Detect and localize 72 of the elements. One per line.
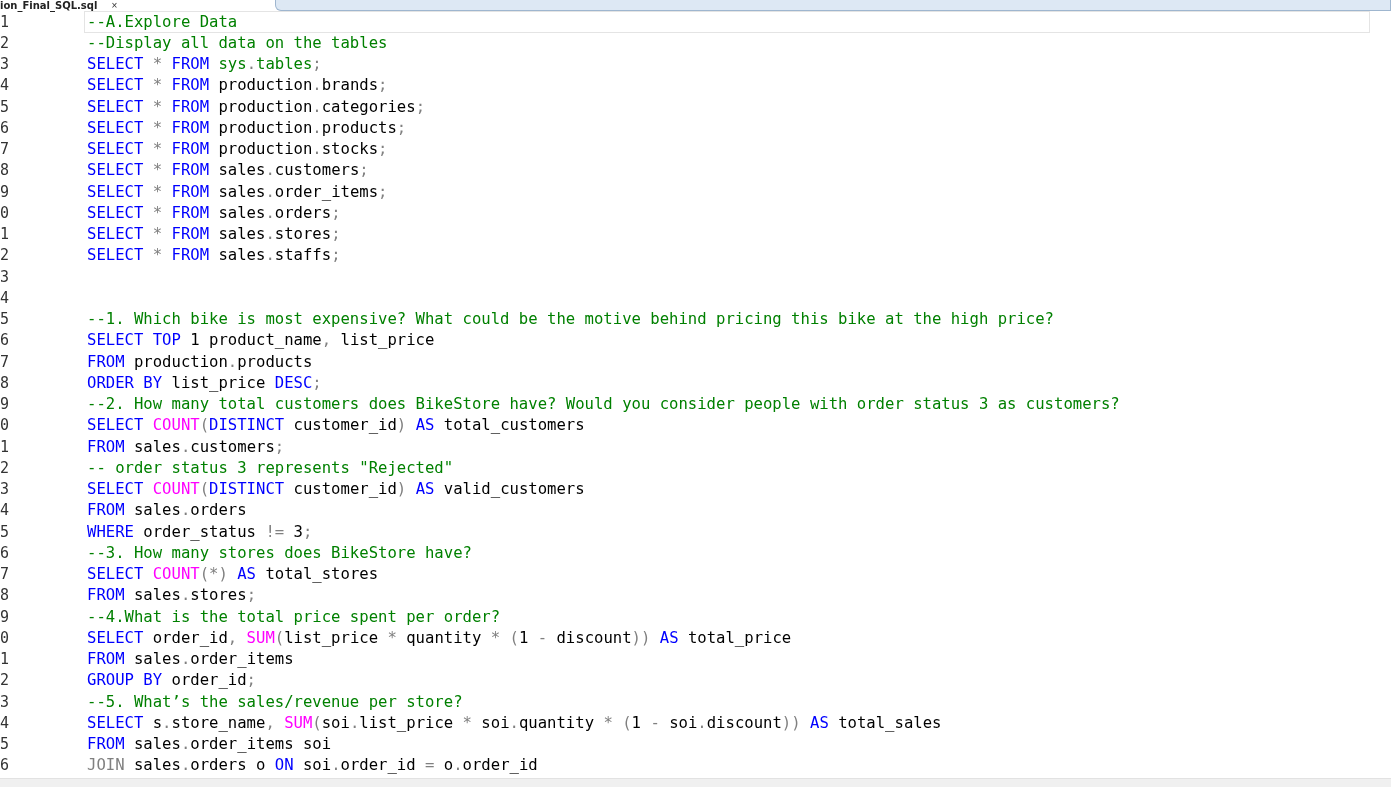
code-line: SELECT COUNT(DISTINCT customer_id) AS valid_customers	[86, 479, 586, 501]
line-number: 5	[0, 97, 11, 116]
line-number: 6	[0, 756, 11, 775]
line-number: 1	[0, 437, 11, 456]
code-line: FROM sales.customers;	[86, 436, 286, 458]
line-number: 6	[0, 543, 11, 562]
line-number: 7	[0, 565, 11, 584]
horizontal-scrollbar[interactable]	[0, 778, 1391, 787]
line-number: 1	[0, 12, 11, 31]
line-number: 5	[0, 735, 11, 754]
line-number: 8	[0, 586, 11, 605]
line-number: 9	[0, 395, 11, 414]
line-number: 3	[0, 267, 11, 286]
close-button[interactable]: ×	[111, 0, 118, 11]
line-number: 2	[0, 671, 11, 690]
line-number: 2	[0, 246, 11, 265]
code-line: --4.What is the total price spent per order?	[86, 606, 502, 628]
code-line: WHERE order_status != 3;	[86, 521, 314, 543]
line-number: 8	[0, 161, 11, 180]
line-number: 5	[0, 522, 11, 541]
code-line: SELECT * FROM production.stocks;	[86, 139, 389, 161]
line-number: 3	[0, 55, 11, 74]
code-line: FROM sales.order_items soi	[86, 734, 333, 756]
line-number: 5	[0, 310, 11, 329]
code-line: -- order status 3 represents "Rejected"	[86, 457, 455, 479]
line-number: 4	[0, 501, 11, 520]
code-line: SELECT TOP 1 product_name, list_price	[86, 330, 436, 352]
code-line: SELECT * FROM sales.orders;	[86, 202, 342, 224]
line-number: 7	[0, 140, 11, 159]
code-line: --1. Which bike is most expensive? What could be the motive behind pricing this bike at the high price?	[86, 309, 1055, 331]
line-number: 4	[0, 76, 11, 95]
code-line: JOIN sales.orders o ON soi.order_id = o.order_id	[86, 755, 539, 777]
line-number: 6	[0, 118, 11, 137]
line-number: 4	[0, 713, 11, 732]
line-number: 1	[0, 650, 11, 669]
line-number: 2	[0, 458, 11, 477]
code-line: GROUP BY order_id;	[86, 670, 257, 692]
line-number: 6	[0, 331, 11, 350]
line-number: 1	[0, 225, 11, 244]
line-number: 0	[0, 203, 11, 222]
line-number: 3	[0, 480, 11, 499]
code-line: SELECT * FROM production.categories;	[86, 96, 426, 118]
line-number: 0	[0, 416, 11, 435]
line-number: 3	[0, 692, 11, 711]
code-line: --5. What’s the sales/revenue per store?	[86, 691, 464, 713]
code-line: SELECT * FROM sales.staffs;	[86, 245, 342, 267]
code-line: SELECT * FROM sales.stores;	[86, 224, 342, 246]
line-number: 8	[0, 373, 11, 392]
code-line: --2. How many total customers does BikeStore have? Would you consider people with order status 3 as customers?	[86, 394, 1121, 416]
code-line: --3. How many stores does BikeStore have?	[86, 542, 473, 564]
tab-title: ion_Final_SQL.sql	[0, 0, 98, 11]
code-line: SELECT * FROM production.brands;	[86, 75, 389, 97]
code-line: ORDER BY list_price DESC;	[86, 372, 323, 394]
line-number: 2	[0, 33, 11, 52]
line-number: 9	[0, 182, 11, 201]
code-line: SELECT * FROM sales.order_items;	[86, 181, 389, 203]
code-line: FROM sales.orders	[86, 500, 248, 522]
code-line: SELECT COUNT(DISTINCT customer_id) AS total_customers	[86, 415, 586, 437]
code-line: SELECT order_id, SUM(list_price * quantity * (1 - discount)) AS total_price	[86, 627, 793, 649]
code-line: FROM sales.stores;	[86, 585, 258, 607]
code-line: SELECT s.store_name, SUM(soi.list_price * soi.quantity * (1 - soi.discount)) AS total_sales	[86, 712, 943, 734]
line-number: 0	[0, 628, 11, 647]
code-line: SELECT * FROM production.products;	[86, 117, 408, 139]
code-line: SELECT * FROM sys.tables;	[86, 54, 323, 76]
code-line: FROM sales.order_items	[86, 649, 295, 671]
code-line: SELECT * FROM sales.customers;	[86, 160, 370, 182]
line-number: 9	[0, 607, 11, 626]
code-line: SELECT COUNT(*) AS total_stores	[86, 564, 380, 586]
line-number: 7	[0, 352, 11, 371]
code-line: --Display all data on the tables	[86, 32, 389, 54]
line-number: 4	[0, 288, 11, 307]
code-line: FROM production.products	[86, 351, 314, 373]
